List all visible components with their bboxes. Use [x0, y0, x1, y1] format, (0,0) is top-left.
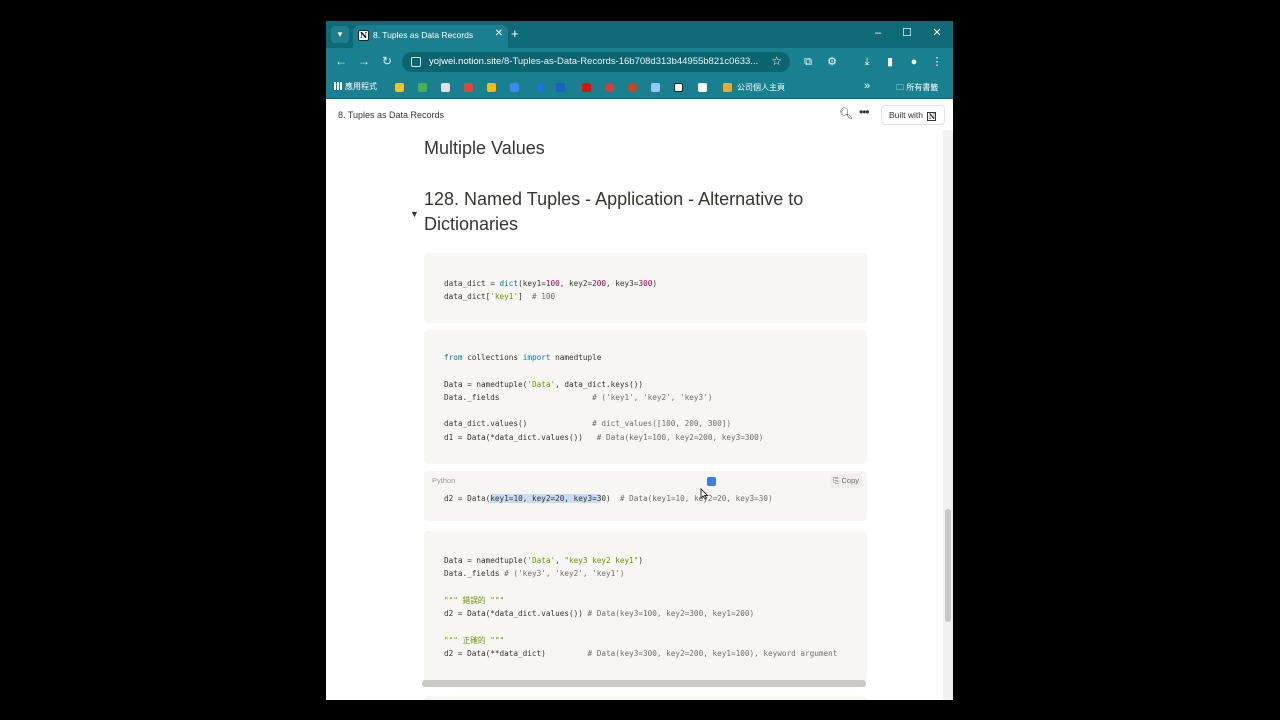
notion-favicon-icon: N [358, 30, 369, 41]
bookmark-apps[interactable]: 應用程式 [334, 81, 377, 92]
profile-icon[interactable]: ● [906, 54, 922, 70]
bookmark-folder-icon[interactable] [723, 83, 732, 92]
search-icon[interactable]: 🔍︎ [839, 107, 853, 120]
more-options-icon[interactable]: ••• [859, 105, 870, 119]
copy-icon: ⎘ [833, 476, 840, 485]
bookmark-docs-icon[interactable] [510, 83, 519, 92]
bookmark-record-icon[interactable] [605, 83, 614, 92]
selection-handle-icon[interactable] [707, 477, 716, 486]
apps-grid-icon [334, 82, 342, 90]
bookmark-notion-icon[interactable] [674, 83, 683, 92]
forward-icon[interactable]: → [357, 54, 371, 69]
bookmarks-overflow-icon[interactable]: » [864, 80, 870, 92]
built-with-button[interactable]: Built with N [881, 105, 945, 125]
close-window-icon[interactable]: ✕ [930, 26, 944, 41]
toggle-arrow-icon[interactable]: ▼ [410, 209, 419, 219]
bookmark-drive-icon[interactable] [395, 83, 404, 92]
tab-search-dropdown-icon[interactable]: ▾ [331, 26, 349, 43]
minimize-icon[interactable]: – [871, 26, 885, 41]
bookmark-doc-icon[interactable] [698, 83, 707, 92]
bookmark-star-icon[interactable]: ☆ [771, 54, 782, 68]
bookmarks-bar: 應用程式 公司個人主頁 » 🗀 所有書籤 [326, 76, 953, 99]
all-bookmarks-label: 所有書籤 [906, 83, 939, 92]
address-bar[interactable]: yojwei.notion.site/8-Tuples-as-Data-Reco… [402, 52, 790, 72]
copy-label: Copy [841, 476, 859, 485]
copy-button[interactable]: ⎘ Copy [830, 474, 862, 488]
extensions-icon[interactable]: ⚙ [824, 54, 840, 70]
code-block-4[interactable]: Data = namedtuple('Data', "key3 key2 key… [424, 531, 867, 681]
bookmark-site2-icon[interactable] [556, 83, 565, 92]
page-scrollbar-thumb[interactable] [945, 509, 951, 622]
browser-toolbar: ← → ↻ yojwei.notion.site/8-Tuples-as-Dat… [326, 48, 953, 76]
notion-topbar: 8. Tuples as Data Records 🔍︎ ••• Built w… [326, 100, 953, 130]
download-icon[interactable]: ⤓ [859, 54, 875, 70]
site-info-icon[interactable] [411, 57, 421, 67]
bookmark-bar-icon[interactable] [538, 83, 543, 92]
side-panel-icon[interactable]: ▮ [882, 54, 898, 70]
code-4-content: Data = namedtuple('Data', "key3 key2 key… [444, 556, 838, 659]
code-line: data_dict = dict(key1=100, key2=200, key… [444, 279, 657, 288]
menu-kebab-icon[interactable]: ⋮ [929, 54, 945, 70]
bookmark-gmail-icon[interactable] [464, 83, 473, 92]
browser-tab[interactable]: N 8. Tuples as Data Records ✕ [353, 25, 508, 48]
bookmark-site-icon[interactable] [441, 83, 450, 92]
bookmark-site4-icon[interactable] [651, 83, 660, 92]
browser-window: ▾ N 8. Tuples as Data Records ✕ + – ☐ ✕ … [326, 21, 953, 700]
code-block-3[interactable]: Python ⎘ Copy d2 = Data(key1=10, key2=20… [424, 471, 867, 521]
back-icon[interactable]: ← [334, 54, 348, 69]
new-tab-icon[interactable]: + [511, 26, 519, 41]
reload-icon[interactable]: ↻ [380, 54, 394, 69]
code-2-content: from collections import namedtuple Data … [444, 353, 764, 442]
code-line: data_dict['key1'] # 100 [444, 292, 556, 302]
tab-title: 8. Tuples as Data Records [373, 30, 474, 40]
code-3-content: d2 = Data(key1=10, key2=20, key3=30) # D… [444, 494, 773, 503]
tab-close-icon[interactable]: ✕ [495, 28, 503, 39]
code-block-2[interactable]: from collections import namedtuple Data … [424, 330, 867, 464]
code-block-5[interactable] [424, 696, 867, 700]
translate-icon[interactable]: ⧉ [800, 54, 816, 70]
bookmark-company[interactable]: 公司個人主頁 [737, 82, 785, 93]
bookmark-maps-icon[interactable] [418, 83, 427, 92]
built-with-label: Built with [889, 110, 924, 120]
code-1-content: data_dict = dict(key1=100, key2=200, key… [444, 277, 657, 304]
code-block-1[interactable]: data_dict = dict(key1=100, key2=200, key… [424, 253, 867, 323]
language-label[interactable]: Python [432, 476, 455, 485]
code-horizontal-scrollbar[interactable] [422, 680, 866, 687]
bookmark-site3-icon[interactable] [628, 83, 637, 92]
page-content: Multiple Values ▼ 128. Named Tuples - Ap… [326, 130, 953, 700]
bookmark-youtube-icon[interactable] [582, 83, 591, 92]
bookmark-photos-icon[interactable] [487, 83, 496, 92]
title-bar: ▾ N 8. Tuples as Data Records ✕ + – ☐ ✕ [326, 21, 953, 48]
all-bookmarks[interactable]: 🗀 所有書籤 [896, 82, 938, 96]
maximize-icon[interactable]: ☐ [900, 26, 914, 41]
url-text: yojwei.notion.site/8-Tuples-as-Data-Reco… [429, 56, 759, 67]
section-heading-partial: Multiple Values [424, 138, 545, 158]
notion-logo-icon: N [927, 112, 937, 121]
breadcrumb[interactable]: 8. Tuples as Data Records [338, 110, 444, 120]
toggle-heading[interactable]: 128. Named Tuples - Application - Altern… [424, 187, 864, 237]
